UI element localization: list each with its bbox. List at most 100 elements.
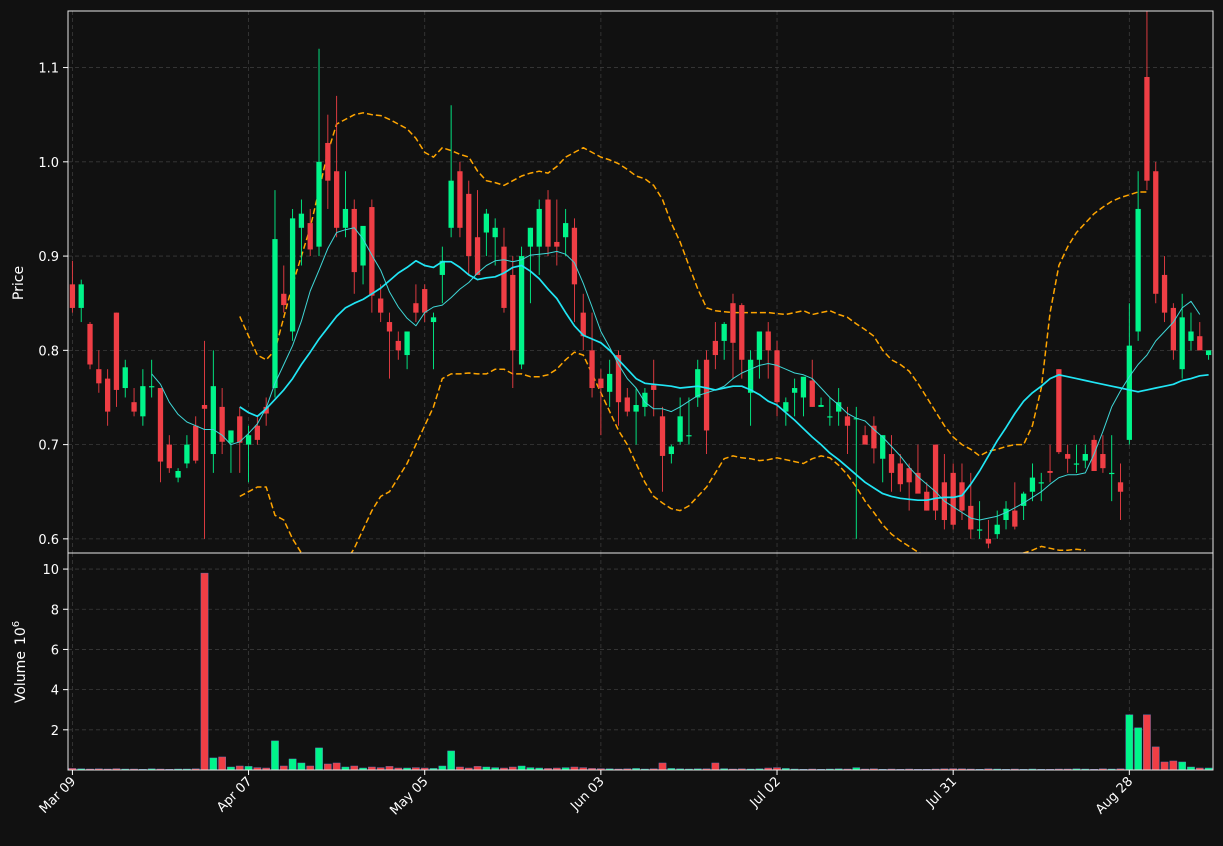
price-tick-label: 1.1 xyxy=(38,62,59,77)
candle-body xyxy=(1047,471,1052,473)
candle-body xyxy=(1091,440,1096,471)
candle-body xyxy=(730,303,735,343)
candle-body xyxy=(140,386,145,416)
volume-bar xyxy=(245,766,252,770)
volume-bar xyxy=(448,751,455,770)
candle-body xyxy=(290,218,295,331)
volume-bar xyxy=(219,757,226,770)
candle-body xyxy=(79,284,84,308)
volume-bar xyxy=(280,766,287,770)
candle-body xyxy=(695,369,700,397)
candle-body xyxy=(598,379,603,388)
volume-bar xyxy=(1152,747,1159,770)
candle-body xyxy=(431,317,436,322)
candle-body xyxy=(748,360,753,393)
candle-body xyxy=(466,194,471,256)
volume-bar xyxy=(659,763,666,770)
candle-body xyxy=(1197,336,1202,350)
candle-body xyxy=(1030,478,1035,492)
volume-multiplier-base: 10 xyxy=(13,627,29,645)
candle-body xyxy=(933,445,938,511)
candle-body xyxy=(924,492,929,511)
candle-body xyxy=(343,209,348,228)
volume-bar xyxy=(201,573,208,770)
price-tick-label: 0.9 xyxy=(38,250,59,265)
candle-body xyxy=(396,341,401,350)
candle-body xyxy=(801,377,806,398)
candle-body xyxy=(255,426,260,440)
candle-body xyxy=(308,223,313,249)
candle-body xyxy=(810,381,815,407)
candle-body xyxy=(792,388,797,393)
candle-body xyxy=(519,256,524,364)
price-tick-label: 0.7 xyxy=(38,439,59,454)
candle-body xyxy=(457,171,462,228)
price-axis-label: Price xyxy=(11,266,27,300)
volume-bar xyxy=(333,763,340,770)
candle-body xyxy=(378,298,383,312)
candle-body xyxy=(951,473,956,525)
candle-body xyxy=(607,374,612,392)
candle-body xyxy=(1039,482,1044,483)
candle-body xyxy=(739,305,744,360)
price-tick-label: 0.6 xyxy=(38,533,59,548)
candle-body xyxy=(360,226,365,266)
candle-body xyxy=(510,275,515,350)
volume-bar xyxy=(236,766,243,770)
volume-tick-label: 10 xyxy=(42,563,59,578)
volume-tick-label: 6 xyxy=(51,643,59,658)
candle-body xyxy=(1003,509,1008,520)
candle-body xyxy=(669,446,674,454)
candle-body xyxy=(572,228,577,285)
candle-body xyxy=(246,435,251,444)
candle-body xyxy=(677,416,682,441)
candle-body xyxy=(1100,454,1105,468)
candle-body xyxy=(1153,171,1158,294)
candle-body xyxy=(114,313,119,390)
candle-body xyxy=(889,454,894,473)
candle-body xyxy=(1127,346,1132,440)
candle-body xyxy=(774,350,779,402)
candle-body xyxy=(633,405,638,412)
volume-bar xyxy=(324,764,331,770)
candle-body xyxy=(501,247,506,308)
candle-body xyxy=(387,322,392,331)
candle-body xyxy=(563,223,568,237)
candle-body xyxy=(1171,308,1176,350)
candle-body xyxy=(325,143,330,181)
candle-body xyxy=(1109,473,1114,474)
candle-body xyxy=(1206,350,1211,355)
candle-body xyxy=(898,463,903,484)
price-tick-label: 0.8 xyxy=(38,344,59,359)
volume-bar xyxy=(1170,761,1177,770)
candle-body xyxy=(404,331,409,355)
candle-body xyxy=(660,416,665,456)
candle-body xyxy=(1144,77,1149,181)
candle-body xyxy=(272,239,277,388)
volume-bar xyxy=(351,766,358,770)
price-tick-label: 1.0 xyxy=(38,156,59,171)
volume-bar xyxy=(474,766,481,770)
volume-bar xyxy=(1135,728,1142,770)
candle-body xyxy=(906,468,911,482)
volume-bar xyxy=(307,766,314,770)
candle-body xyxy=(818,405,823,407)
chart-background xyxy=(0,0,1223,842)
candle-body xyxy=(211,386,216,454)
candle-body xyxy=(722,324,727,341)
candle-body xyxy=(484,214,489,233)
candle-body xyxy=(537,209,542,247)
candle-body xyxy=(123,367,128,388)
candle-body xyxy=(448,181,453,228)
candle-body xyxy=(625,397,630,411)
candle-body xyxy=(96,369,101,383)
volume-bar xyxy=(289,759,296,770)
volume-multiplier-exp: 6 xyxy=(11,621,22,627)
candle-body xyxy=(422,289,427,313)
volume-bar xyxy=(1143,715,1150,770)
chart-svg: 0.60.70.80.91.01.1246810Mar 09Apr 07May … xyxy=(0,0,1223,842)
candle-body xyxy=(986,539,991,544)
candle-body xyxy=(352,209,357,272)
candle-body xyxy=(528,228,533,247)
volume-axis-label: Volume106 xyxy=(11,621,29,703)
